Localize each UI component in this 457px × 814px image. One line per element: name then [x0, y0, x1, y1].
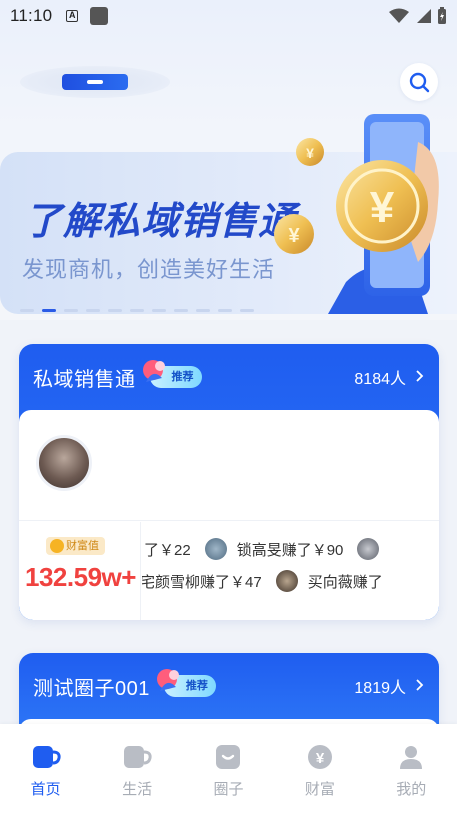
svg-text:¥: ¥ [288, 225, 300, 247]
card-title: 私域销售通 [33, 368, 136, 391]
pagination-dot[interactable] [130, 309, 144, 312]
search-icon [409, 72, 430, 93]
chevron-right-icon [416, 678, 424, 695]
wealth-badge: 财富值 [46, 537, 105, 555]
ticker-item: 宅颜雪柳赚了￥47 [142, 571, 262, 592]
ticker-row: 了￥22 锁高旻赚了￥90 [144, 538, 403, 560]
ticker-item [357, 538, 389, 560]
recommend-badge-label: 推荐 [185, 680, 208, 692]
circle-chat-icon [216, 745, 241, 769]
bottom-nav: 首页 生活 圈子 ¥ 财富 我的 [0, 724, 457, 814]
card-header[interactable]: 测试圈子001 推荐 1819人 [19, 653, 439, 719]
earnings-ticker: 了￥22 锁高旻赚了￥90 宅颜雪柳赚了￥47 买向薇赚了 [142, 522, 439, 620]
logo-mark [62, 74, 128, 90]
nav-home[interactable]: 首页 [16, 744, 76, 799]
ticker-avatar [204, 538, 227, 560]
search-button[interactable] [400, 63, 438, 101]
card-header[interactable]: 私域销售通 推荐 8184人 [19, 344, 439, 410]
wealth-coin-icon [50, 539, 64, 553]
promo-banner[interactable]: 了解私域销售通 发现商机，创造美好生活 ¥ ¥ ¥ [0, 112, 457, 314]
card-divider [19, 520, 439, 521]
yuan-coin-icon: ¥ [307, 745, 332, 769]
nav-profile[interactable]: 我的 [381, 744, 441, 799]
status-indicators [389, 7, 447, 25]
banner-subtitle: 发现商机，创造美好生活 [22, 257, 276, 282]
card-title: 测试圈子001 [33, 677, 150, 700]
recommend-badge-label: 推荐 [171, 371, 194, 383]
avatar[interactable] [36, 435, 92, 491]
nav-label: 首页 [30, 781, 61, 798]
profile-icon [400, 746, 423, 769]
pagination-dot[interactable] [86, 309, 100, 312]
life-cup-icon [124, 746, 152, 768]
ticker-text: 了￥22 [144, 541, 191, 559]
nav-label: 生活 [122, 781, 153, 798]
ticker-avatar [357, 538, 380, 560]
svg-text:¥: ¥ [370, 183, 395, 232]
recommend-icon [142, 360, 165, 382]
ticker-text: 买向薇赚了 [307, 573, 383, 591]
pagination-dot[interactable] [174, 309, 188, 312]
nav-wealth[interactable]: ¥ 财富 [290, 744, 350, 799]
nav-circle[interactable]: 圈子 [198, 744, 258, 799]
signal-icon [417, 9, 431, 23]
wealth-panel: 财富值 132.59w+ [19, 522, 141, 620]
pagination-dot[interactable] [196, 309, 210, 312]
status-time: 11:10 [10, 6, 53, 25]
pagination-dot[interactable] [42, 309, 56, 312]
ticker-item: 买向薇赚了 [275, 570, 383, 592]
pagination-dot[interactable] [240, 309, 254, 312]
status-bar: 11:10 A [0, 0, 457, 32]
pagination-dot[interactable] [108, 309, 122, 312]
nav-label: 我的 [396, 781, 427, 798]
battery-icon [438, 7, 446, 24]
nav-life[interactable]: 生活 [107, 744, 167, 799]
accessibility-icon: A [66, 10, 79, 22]
ticker-row: 宅颜雪柳赚了￥47 买向薇赚了 [142, 570, 397, 592]
nav-label: 圈子 [213, 781, 244, 798]
banner-pagination [20, 309, 254, 312]
card-body: 财富值 132.59w+ 了￥22 锁高旻赚了￥90 宅颜雪柳赚了￥47 买向薇… [19, 410, 439, 620]
nav-label: 财富 [304, 781, 335, 798]
banner-title: 了解私域销售通 [24, 201, 298, 243]
pagination-dot[interactable] [20, 309, 34, 312]
svg-text:¥: ¥ [306, 145, 314, 161]
recommend-badge: 推荐 [156, 669, 216, 697]
ticker-text: 宅颜雪柳赚了￥47 [142, 573, 262, 591]
member-count: 1819人 [354, 680, 406, 697]
chevron-right-icon [416, 369, 424, 386]
home-cup-icon [32, 746, 61, 768]
pagination-dot[interactable] [218, 309, 232, 312]
recommend-badge: 推荐 [142, 360, 202, 388]
ticker-item: 锁高旻赚了￥90 [204, 538, 344, 560]
ticker-text: 锁高旻赚了￥90 [236, 541, 344, 559]
pagination-dot[interactable] [152, 309, 166, 312]
svg-text:¥: ¥ [316, 750, 325, 767]
app-logo [20, 66, 170, 98]
wifi-icon [389, 8, 409, 23]
ticker-item: 了￥22 [144, 539, 191, 560]
recommend-icon [156, 669, 179, 691]
notification-square-icon [90, 7, 109, 25]
wealth-label: 财富值 [66, 540, 99, 552]
member-count: 8184人 [354, 371, 406, 388]
wealth-value: 132.59w+ [25, 562, 136, 592]
circle-card[interactable]: 私域销售通 推荐 8184人 财富值 132.59w+ 了￥22 锁高旻赚了￥9… [19, 344, 439, 620]
ticker-avatar [275, 570, 298, 592]
phone-coin-illustration: ¥ ¥ ¥ [274, 114, 439, 314]
pagination-dot[interactable] [64, 309, 78, 312]
